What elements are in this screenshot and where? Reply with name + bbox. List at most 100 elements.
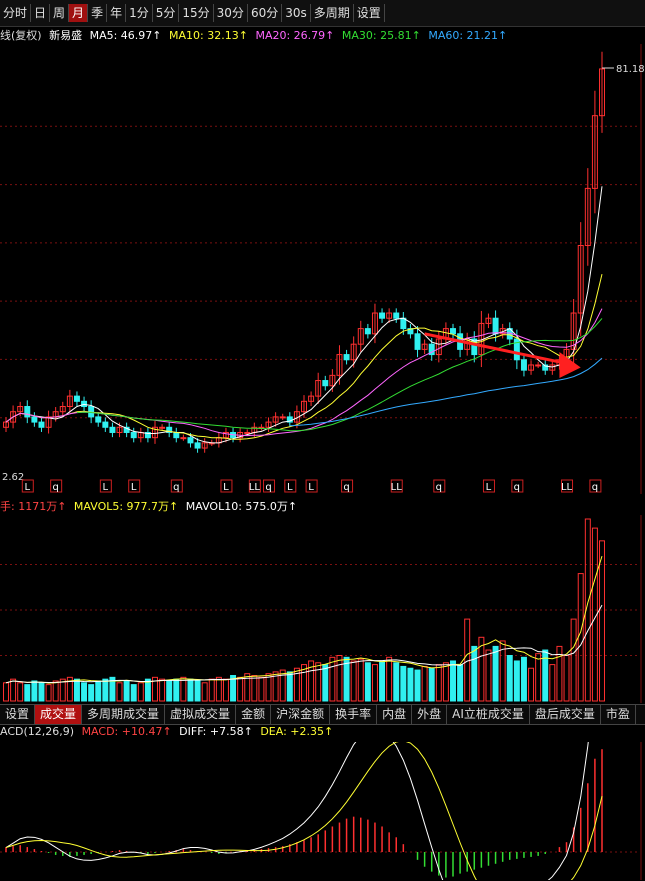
mavol10-label: MAVOL10: 575.0万↑: [185, 500, 298, 513]
ma-legend: 线(复权) 新易盛 MA5: 46.97↑ MA10: 32.13↑ MA20:…: [0, 27, 511, 43]
candle-body: [31, 416, 38, 423]
volume-bar: [45, 684, 52, 702]
volume-legend: 手: 1171万↑ MAVOL5: 977.7万↑ MAVOL10: 575.0…: [0, 498, 301, 514]
volume-bar: [166, 680, 173, 702]
period-11[interactable]: 30s: [282, 4, 311, 22]
volume-bar: [577, 573, 584, 702]
volume-bar: [187, 678, 194, 702]
volume-bar: [95, 680, 102, 702]
diff-value: DIFF: +7.58↑: [179, 725, 253, 738]
candle-body: [414, 333, 421, 350]
period-1[interactable]: 日: [31, 4, 51, 22]
candle-body: [194, 442, 201, 449]
marker-label: LL: [561, 482, 573, 493]
candle-body: [24, 406, 31, 418]
volume-bar: [88, 684, 95, 702]
volume-bar: [251, 675, 258, 702]
volume-bar: [81, 682, 88, 702]
stock-name: 新易盛: [49, 29, 83, 42]
volume-bar: [159, 678, 166, 702]
indicator-tab-9[interactable]: AI立桩成交量: [447, 705, 530, 724]
volume-bar: [528, 667, 535, 702]
indicator-tab-4[interactable]: 金额: [236, 705, 272, 724]
marker-label: q: [173, 482, 179, 493]
period-2[interactable]: 周: [50, 4, 70, 22]
indicator-tab-11[interactable]: 市盈: [601, 705, 636, 724]
indicator-tab-6[interactable]: 换手率: [330, 705, 378, 724]
ma30-label: MA30: 25.81↑: [341, 29, 421, 42]
volume-bar: [414, 669, 421, 702]
period-12[interactable]: 多周期: [311, 4, 354, 22]
candle-body: [109, 426, 116, 433]
period-7[interactable]: 5分: [153, 4, 180, 22]
volume-bar: [428, 667, 435, 702]
marker-label: q: [343, 482, 349, 493]
candle-body: [102, 421, 109, 428]
marker-label: q: [265, 482, 271, 493]
ma60-label: MA60: 21.21↑: [428, 29, 508, 42]
marker-label: LL: [249, 482, 261, 493]
macd-value: MACD: +10.47↑: [81, 725, 172, 738]
candle-body: [159, 426, 166, 429]
volume-bar: [194, 680, 201, 702]
chart-title: 线(复权): [0, 29, 42, 42]
indicator-tab-1[interactable]: 成交量: [35, 705, 83, 724]
ma10-label: MA10: 32.13↑: [169, 29, 248, 42]
volume-bar: [116, 682, 123, 702]
period-10[interactable]: 60分: [248, 4, 283, 22]
volume-bar: [215, 676, 222, 702]
volume-bar: [286, 671, 293, 702]
volume-bar: [357, 658, 364, 702]
candle-body: [130, 431, 137, 439]
indicator-tab-3[interactable]: 虚拟成交量: [165, 705, 237, 724]
candle-body: [180, 437, 187, 440]
volume-bar: [570, 618, 577, 702]
period-3[interactable]: 月: [69, 4, 89, 22]
volume-bar: [435, 664, 442, 702]
volume-bar: [52, 680, 59, 702]
volume-bar: [315, 662, 322, 702]
ma20-label: MA20: 26.79↑: [255, 29, 335, 42]
period-0[interactable]: 分时: [0, 4, 32, 22]
indicator-tab-7[interactable]: 内盘: [377, 705, 413, 724]
marker-label: L: [486, 482, 492, 493]
volume-bar: [506, 655, 513, 702]
volume-bar: [31, 680, 38, 702]
indicator-tab-0[interactable]: 设置: [0, 705, 36, 724]
candle-body: [73, 395, 80, 402]
price-chart[interactable]: 81.182.62L q L Lq L LL q L Lq LL q Lq LL q: [0, 44, 645, 494]
volume-bar: [123, 680, 130, 702]
volume-bar: [10, 678, 17, 702]
period-6[interactable]: 1分: [126, 4, 153, 22]
indicator-tab-8[interactable]: 外盘: [412, 705, 448, 724]
candle-body: [492, 317, 499, 335]
period-4[interactable]: 季: [88, 4, 108, 22]
macd-name: ACD(12,26,9): [0, 725, 75, 738]
indicator-tab-10[interactable]: 盘后成交量: [530, 705, 601, 724]
dea-value: DEA: +2.35↑: [260, 725, 334, 738]
volume-bar: [237, 676, 244, 702]
marker-label: q: [592, 482, 598, 493]
volume-bar: [442, 662, 449, 702]
volume-chart[interactable]: [0, 515, 645, 703]
volume-bar: [24, 684, 31, 702]
period-8[interactable]: 15分: [179, 4, 214, 22]
period-13[interactable]: 设置: [354, 4, 385, 22]
marker-label: L: [308, 482, 314, 493]
candle-body: [343, 354, 350, 361]
volume-bar: [400, 665, 407, 702]
macd-chart[interactable]: [0, 742, 645, 880]
period-5[interactable]: 年: [107, 4, 127, 22]
volume-bar: [173, 678, 180, 702]
volume-bar: [471, 645, 478, 702]
vol-label: 手: 1171万↑: [0, 500, 67, 513]
indicator-tab-2[interactable]: 多周期成交量: [82, 705, 166, 724]
indicator-tab-5[interactable]: 沪深金额: [271, 705, 331, 724]
volume-bar: [393, 662, 400, 702]
volume-bar: [379, 660, 386, 702]
ma5-label: MA5: 46.97↑: [89, 29, 162, 42]
marker-label: L: [24, 482, 30, 493]
period-9[interactable]: 30分: [214, 4, 248, 22]
indicator-tabs: 设置 成交量 多周期成交量 虚拟成交量 金额 沪深金额 换手率 内盘 外盘 AI立桩成交量 盘后成交…: [0, 704, 645, 725]
volume-bar: [222, 678, 229, 702]
